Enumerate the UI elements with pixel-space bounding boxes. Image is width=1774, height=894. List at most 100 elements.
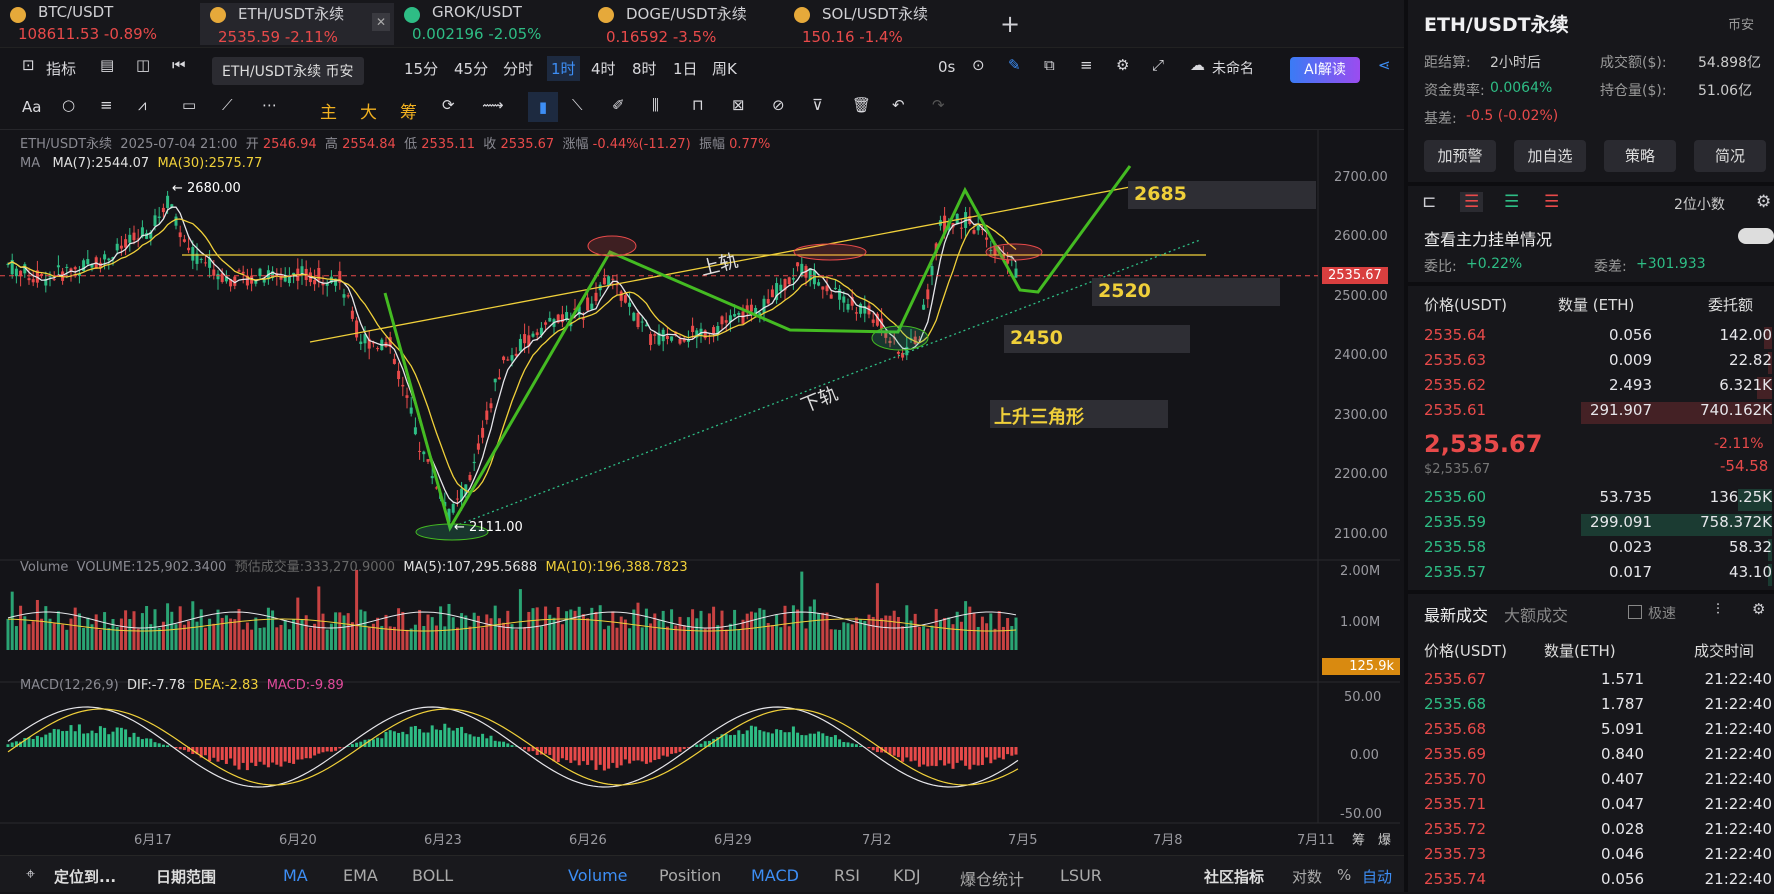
pct-button[interactable]: % (1337, 866, 1351, 884)
text-tool[interactable]: Aa (22, 98, 41, 116)
alert-button[interactable]: 加预警 (1424, 140, 1496, 172)
lines-icon[interactable]: ≡ (100, 96, 113, 114)
ray-icon[interactable]: ⟋ (222, 96, 233, 114)
ind-position[interactable]: Position (659, 866, 721, 885)
ind-volume[interactable]: Volume (568, 866, 628, 885)
layout-name[interactable]: 未命名 (1212, 58, 1254, 78)
strategy-button[interactable]: 策略 (1604, 140, 1676, 172)
ind-macd[interactable]: MACD (751, 866, 799, 885)
book-mixed-icon[interactable]: ☰ (1460, 192, 1483, 212)
edit-icon[interactable]: ⊠ (732, 96, 745, 114)
ai-button[interactable]: AI解读 (1290, 57, 1360, 83)
refresh-icon[interactable]: ⟳ (442, 96, 455, 114)
wave-icon[interactable]: ⩘ (138, 96, 146, 114)
indicator-button[interactable]: 指标 (46, 58, 76, 79)
interval-15m[interactable]: 15分 (404, 58, 438, 79)
settings-icon[interactable]: ⚙ (1752, 600, 1765, 618)
lock-icon[interactable]: ⊓ (692, 96, 704, 114)
locate-button[interactable]: 定位到... (54, 866, 116, 887)
ind-liquidation[interactable]: 爆仓统计 (960, 866, 1024, 890)
decimals-select[interactable]: 2位小数 (1674, 194, 1725, 214)
main-force-tool[interactable]: 主 (320, 98, 337, 123)
pen-icon[interactable]: ✎ (1008, 56, 1021, 74)
add-tab-icon[interactable]: + (1000, 10, 1020, 38)
interval-1d[interactable]: 1日 (673, 58, 698, 79)
interval-time[interactable]: 分时 (503, 58, 533, 79)
volume-bar (989, 613, 992, 650)
popout-icon[interactable]: ⧉ (1044, 56, 1055, 74)
liquidation-label[interactable]: 爆 (1378, 829, 1391, 848)
big-order-tool[interactable]: 大 (360, 98, 377, 123)
ruler-icon[interactable]: ⟍ (572, 96, 583, 114)
layout-icon[interactable]: ◫ (136, 56, 150, 74)
close-tab-icon[interactable]: ✕ (372, 13, 390, 31)
fullscreen-icon[interactable]: ⤢ (1152, 56, 1164, 74)
filter-icon[interactable]: ⫶ (1716, 600, 1720, 618)
share-icon[interactable]: ⋖ (1378, 56, 1391, 74)
candle (166, 196, 169, 208)
depth-link[interactable]: 查看主力挂单情况 (1424, 226, 1552, 250)
candles-icon[interactable]: ⫼ (652, 96, 659, 114)
trash-icon[interactable]: 🗑 (852, 96, 871, 114)
tab-doge[interactable]: DOGE/USDT永续0.16592 -3.5% (588, 3, 784, 45)
macd-bar (431, 725, 434, 747)
interval-45m[interactable]: 45分 (454, 58, 488, 79)
interval-1h[interactable]: 1时 (547, 56, 580, 81)
interval-8h[interactable]: 8时 (632, 58, 657, 79)
auto-button[interactable]: 自动 (1362, 866, 1392, 887)
ind-boll[interactable]: BOLL (412, 866, 453, 885)
list-icon[interactable]: ≡ (1080, 56, 1093, 74)
book-row[interactable]: 2535.61291.907740.162K (1424, 401, 1772, 425)
candle (485, 411, 488, 420)
measure-icon[interactable]: ⟿ (482, 96, 504, 114)
candle (712, 327, 715, 334)
book-row[interactable]: 2535.6053.735136.25K (1424, 488, 1772, 512)
brush-icon[interactable]: ✐ (612, 96, 625, 114)
chip-label[interactable]: 筹 (1352, 829, 1365, 848)
magnet-icon[interactable]: ⊘ (772, 96, 785, 114)
camera-icon[interactable]: ⊙ (972, 56, 985, 74)
bookmark-icon[interactable]: ▮ (528, 92, 558, 122)
book-row[interactable]: 2535.640.056142.00 (1424, 326, 1772, 350)
fast-checkbox[interactable] (1628, 605, 1642, 619)
settings-icon[interactable]: ⚙ (1756, 192, 1771, 212)
chart-canvas[interactable] (0, 130, 1400, 855)
ind-rsi[interactable]: RSI (834, 866, 860, 885)
gear-icon[interactable]: ⚙ (1116, 56, 1129, 74)
tab-large-trades[interactable]: 大额成交 (1504, 602, 1568, 626)
book-row[interactable]: 2535.580.02358.32 (1424, 538, 1772, 562)
book-asks-icon[interactable]: ☰ (1544, 192, 1559, 212)
depth-toggle[interactable] (1738, 228, 1774, 244)
interval-week[interactable]: 周K (712, 58, 737, 79)
book-row[interactable]: 2535.59299.091758.372K (1424, 513, 1772, 537)
tab-latest-trades[interactable]: 最新成交 (1424, 602, 1488, 626)
book-row[interactable]: 2535.630.00922.82 (1424, 351, 1772, 375)
tab-btc[interactable]: BTC/USDT108611.53 -0.89% (0, 3, 200, 45)
more-icon[interactable]: ⋯ (262, 96, 277, 114)
ind-lsur[interactable]: LSUR (1060, 866, 1102, 885)
book-bids-icon[interactable]: ☰ (1504, 192, 1519, 212)
ind-ema[interactable]: EMA (343, 866, 378, 885)
tab-grok[interactable]: GROK/USDT0.002196 -2.05% (394, 3, 588, 45)
redo-icon[interactable]: ↷ (932, 96, 945, 114)
overview-button[interactable]: 简况 (1694, 140, 1766, 172)
log-button[interactable]: 对数 (1292, 866, 1322, 887)
watchlist-button[interactable]: 加自选 (1514, 140, 1586, 172)
interval-4h[interactable]: 4时 (591, 58, 616, 79)
book-both-icon[interactable]: ⊏ (1422, 192, 1436, 212)
date-range-button[interactable]: 日期范围 (156, 866, 216, 887)
tab-sol[interactable]: SOL/USDT永续150.16 -1.4% (784, 3, 980, 45)
circle-icon[interactable]: ○ (62, 96, 75, 114)
undo-icon[interactable]: ↶ (892, 96, 905, 114)
book-row[interactable]: 2535.570.01743.10 (1424, 563, 1772, 587)
filter-icon[interactable]: ⊽ (812, 96, 823, 114)
calendar-icon[interactable]: ▤ (100, 56, 114, 74)
chip-tool[interactable]: 筹 (400, 98, 417, 123)
book-row[interactable]: 2535.622.4936.321K (1424, 376, 1772, 400)
rewind-icon[interactable]: ⏮ (172, 56, 186, 74)
community-button[interactable]: 社区指标 (1204, 866, 1264, 887)
ind-kdj[interactable]: KDJ (893, 866, 921, 885)
rect-icon[interactable]: ▭ (182, 96, 196, 114)
ind-ma[interactable]: MA (283, 866, 308, 885)
tab-eth[interactable]: ETH/USDT永续2535.59 -2.11%✕ (200, 3, 394, 45)
